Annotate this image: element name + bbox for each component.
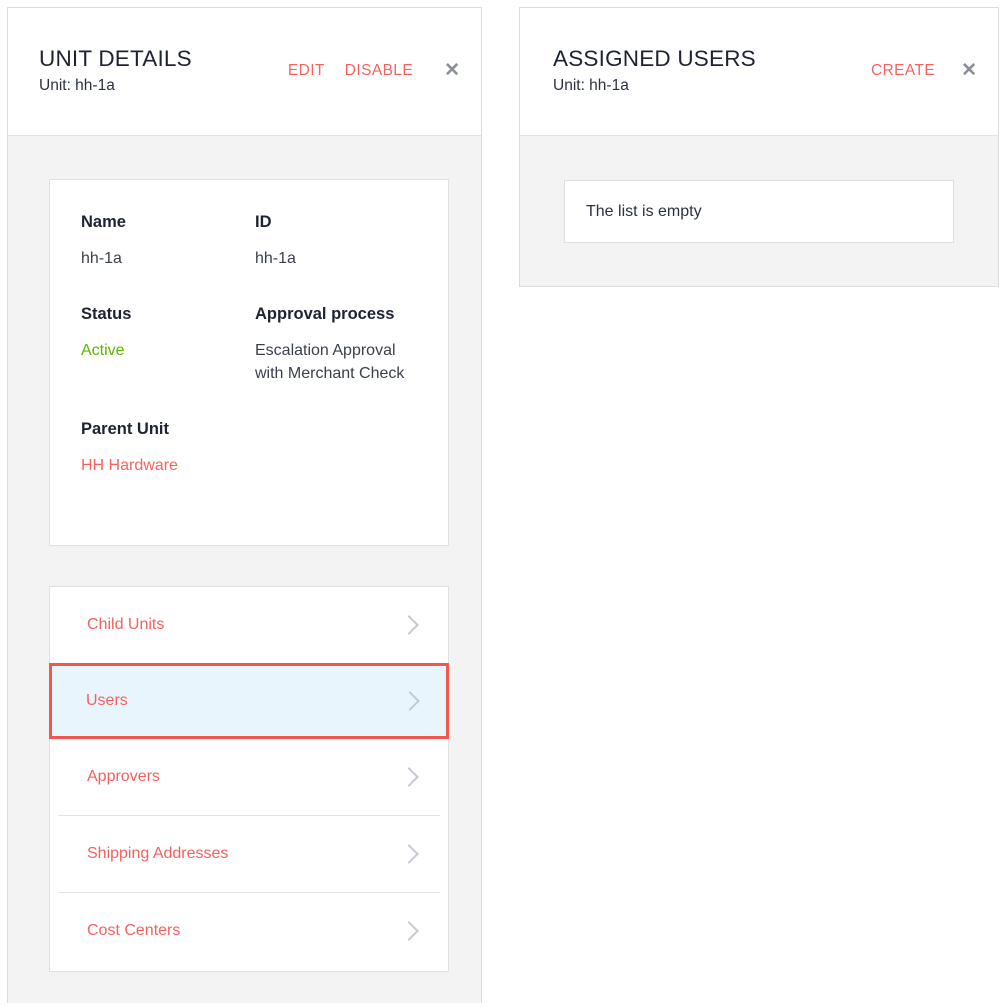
empty-state-text: The list is empty [586, 202, 702, 220]
sidebar-item-approvers[interactable]: Approvers [50, 739, 448, 815]
sidebar-item-label: Cost Centers [87, 922, 181, 939]
sidebar-item-shipping-addresses[interactable]: Shipping Addresses [50, 816, 448, 892]
field-spacer [255, 419, 417, 477]
assigned-users-header: ASSIGNED USERS Unit: hh-1a CREATE ✕ [520, 8, 998, 136]
field-parent-unit: Parent Unit HH Hardware [81, 419, 255, 477]
parent-unit-link[interactable]: HH Hardware [81, 457, 178, 474]
chevron-right-icon [400, 691, 420, 711]
field-value-name: hh-1a [81, 249, 122, 267]
empty-list-box: The list is empty [564, 180, 954, 243]
field-label-parent-unit: Parent Unit [81, 420, 170, 439]
assigned-users-header-actions: CREATE ✕ [871, 59, 981, 84]
sidebar-item-label: Users [86, 692, 128, 709]
chevron-right-icon [399, 921, 419, 941]
close-icon[interactable]: ✕ [440, 59, 464, 82]
assigned-users-header-titles: ASSIGNED USERS Unit: hh-1a [553, 47, 756, 95]
field-id: ID hh-1a [255, 212, 417, 270]
page-title: UNIT DETAILS [39, 46, 192, 72]
edit-button[interactable]: EDIT [288, 62, 325, 80]
field-name: Name hh-1a [81, 212, 255, 270]
unit-details-subtitle: Unit: hh-1a [39, 77, 115, 95]
unit-detail-card: Name hh-1a ID hh-1a Status Active Approv… [49, 179, 449, 546]
sidebar-item-cost-centers[interactable]: Cost Centers [50, 893, 448, 969]
assigned-users-panel: ASSIGNED USERS Unit: hh-1a CREATE ✕ [519, 7, 999, 287]
close-icon[interactable]: ✕ [957, 59, 981, 82]
sidebar-item-label: Child Units [87, 616, 165, 633]
app-root: UNIT DETAILS Unit: hh-1a EDIT DISABLE ✕ … [0, 0, 1006, 1006]
field-label-status: Status [81, 305, 132, 324]
chevron-right-icon [399, 767, 419, 787]
disable-button[interactable]: DISABLE [345, 62, 413, 80]
unit-details-header-titles: UNIT DETAILS Unit: hh-1a [39, 47, 192, 95]
field-value-id: hh-1a [255, 249, 296, 267]
field-label-name: Name [81, 213, 126, 231]
field-label-id: ID [255, 213, 272, 231]
field-label-approval-process: Approval process [255, 305, 395, 324]
unit-details-header-actions: EDIT DISABLE ✕ [288, 59, 464, 84]
sidebar-item-users[interactable]: Users [49, 663, 449, 739]
sidebar-item-label: Approvers [87, 768, 160, 785]
unit-nav-card: Child Units Users Approvers Shipping Add… [49, 586, 449, 972]
create-button[interactable]: CREATE [871, 62, 935, 80]
unit-details-panel: UNIT DETAILS Unit: hh-1a EDIT DISABLE ✕ … [7, 7, 482, 1003]
field-approval-process: Approval process Escalation Approval wit… [255, 304, 417, 385]
unit-detail-grid: Name hh-1a ID hh-1a Status Active Approv… [81, 212, 417, 478]
field-value-approval-process: Escalation Approval with Merchant Check [255, 341, 405, 382]
sidebar-item-child-units[interactable]: Child Units [50, 587, 448, 663]
chevron-right-icon [399, 844, 419, 864]
sidebar-item-label: Shipping Addresses [87, 845, 229, 862]
assigned-users-subtitle: Unit: hh-1a [553, 77, 629, 95]
unit-details-header: UNIT DETAILS Unit: hh-1a EDIT DISABLE ✕ [8, 8, 481, 136]
status-badge: Active [81, 341, 125, 359]
assigned-users-title: ASSIGNED USERS [553, 46, 756, 72]
field-status: Status Active [81, 304, 255, 385]
chevron-right-icon [399, 615, 419, 635]
